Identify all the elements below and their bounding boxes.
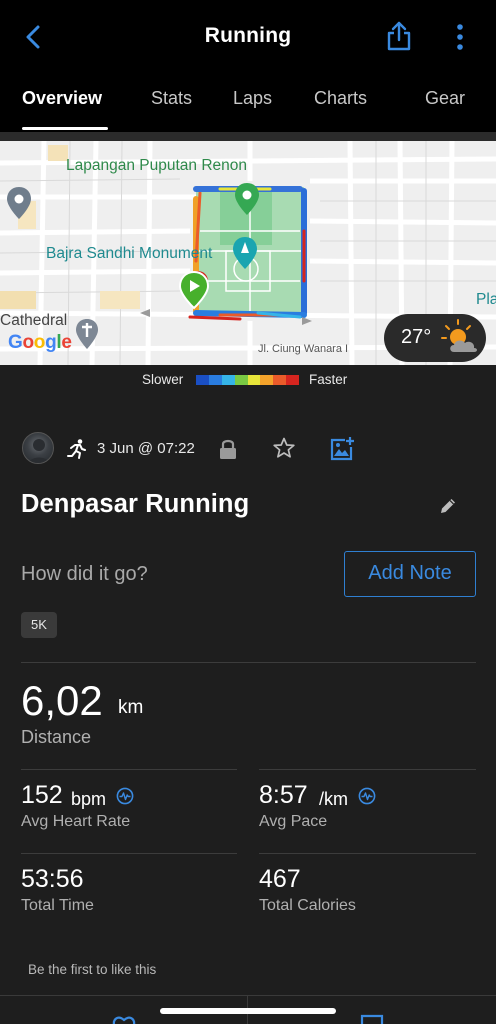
- pace-legend: Slower Faster: [0, 365, 496, 395]
- running-icon: [67, 439, 86, 459]
- edit-pencil-icon[interactable]: [438, 496, 458, 516]
- star-icon[interactable]: [272, 436, 296, 460]
- map-label-monument: Bajra Sandhi Monument: [46, 245, 213, 262]
- weather-temperature: 27°: [401, 326, 432, 348]
- avg-heart-rate-unit: bpm: [71, 789, 107, 809]
- avg-pace-value: 8:57: [259, 781, 308, 809]
- church-pin-icon: [76, 319, 98, 349]
- tab-gear[interactable]: Gear: [425, 88, 465, 109]
- legend-color-swatch: [221, 375, 235, 385]
- pace-color-scale: [196, 375, 299, 385]
- add-note-button[interactable]: Add Note: [344, 551, 476, 597]
- legend-slower-label: Slower: [142, 372, 184, 387]
- partly-cloudy-sun-icon: [441, 319, 477, 352]
- avg-pace-unit: /km: [319, 789, 348, 809]
- total-calories-value: 467: [259, 865, 301, 893]
- activity-meta-row: 3 Jun @ 07:22: [0, 430, 496, 470]
- like-heart-icon[interactable]: [112, 1014, 136, 1024]
- legend-faster-label: Faster: [309, 372, 348, 387]
- comment-icon[interactable]: [360, 1014, 384, 1024]
- tab-overview[interactable]: Overview: [22, 88, 102, 109]
- home-indicator: [160, 1008, 336, 1014]
- divider: [21, 769, 237, 770]
- legend-color-swatch: [196, 375, 209, 385]
- distance-tag-badge: 5K: [21, 612, 57, 638]
- start-marker-icon: [178, 270, 210, 310]
- total-time-value: 53:56: [21, 865, 84, 893]
- legend-color-swatch: [208, 375, 222, 385]
- legend-color-swatch: [273, 375, 287, 385]
- divider: [259, 853, 476, 854]
- more-options-icon[interactable]: [446, 22, 474, 52]
- page-title: Running: [204, 24, 292, 47]
- header-separator: [0, 132, 496, 141]
- legend-color-swatch: [234, 375, 248, 385]
- total-calories-label: Total Calories: [259, 897, 356, 914]
- legend-color-swatch: [260, 375, 274, 385]
- place-pin-icon: [7, 187, 31, 219]
- lock-icon[interactable]: [218, 438, 238, 460]
- like-prompt: Be the first to like this: [28, 962, 157, 977]
- tab-charts[interactable]: Charts: [314, 88, 367, 109]
- tab-laps[interactable]: Laps: [233, 88, 272, 109]
- legend-color-swatch: [286, 375, 299, 385]
- map-label-edge: Pla: [476, 291, 496, 308]
- park-pin-icon: [235, 183, 259, 215]
- share-icon[interactable]: [384, 20, 414, 52]
- map-label-park: Lapangan Puputan Renon: [66, 157, 247, 174]
- map-label-cathedral: Cathedral: [0, 312, 68, 329]
- avg-heart-rate-label: Avg Heart Rate: [21, 813, 131, 830]
- divider: [21, 853, 237, 854]
- divider: [21, 662, 476, 663]
- activity-name: Denpasar Running: [21, 490, 250, 518]
- add-photo-icon[interactable]: [329, 436, 355, 462]
- tab-stats[interactable]: Stats: [151, 88, 192, 109]
- avatar[interactable]: [22, 432, 54, 464]
- distance-label: Distance: [21, 727, 92, 747]
- tab-bar: Overview Stats Laps Charts Gear: [0, 80, 496, 132]
- heart-rate-sensor-icon[interactable]: [116, 787, 134, 805]
- active-tab-indicator: [22, 127, 108, 130]
- distance-value: 6,02: [21, 677, 103, 724]
- legend-color-swatch: [247, 375, 261, 385]
- avg-heart-rate-value: 152: [21, 781, 63, 809]
- distance-unit: km: [118, 697, 144, 718]
- weather-badge: 27°: [384, 314, 486, 362]
- total-time-label: Total Time: [21, 897, 94, 914]
- activity-date: 3 Jun @ 07:22: [97, 440, 195, 457]
- route-map[interactable]: Lapangan Puputan Renon Bajra Sandhi Monu…: [0, 141, 496, 365]
- top-bar: Running Overview Stats Laps Charts Gear: [0, 0, 496, 132]
- monument-pin-icon: [233, 237, 257, 269]
- avg-pace-label: Avg Pace: [259, 813, 328, 830]
- map-label-street: Jl. Ciung Wanara I: [258, 343, 349, 355]
- pace-sensor-icon[interactable]: [358, 787, 376, 805]
- google-logo: Google: [8, 332, 72, 353]
- feedback-prompt: How did it go?: [21, 563, 148, 585]
- divider: [259, 769, 476, 770]
